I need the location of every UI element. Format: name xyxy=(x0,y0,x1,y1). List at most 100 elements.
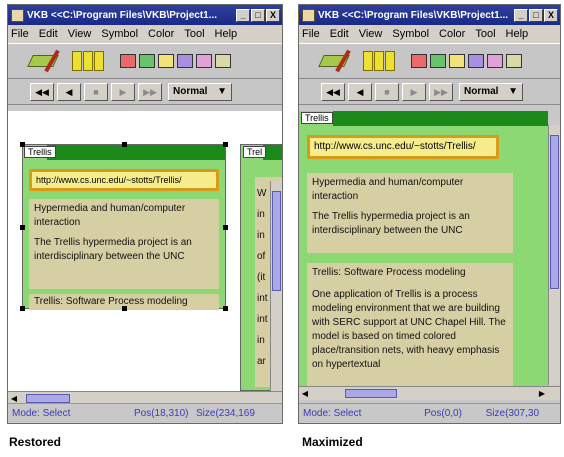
menu-symbol[interactable]: Symbol xyxy=(392,28,429,40)
menu-view[interactable]: View xyxy=(359,28,383,40)
color-swatch-purple[interactable] xyxy=(177,54,193,68)
para-process-body: One application of Trellis is a process … xyxy=(312,289,506,370)
collection-tab[interactable]: Trellis xyxy=(301,112,333,124)
stop-button[interactable]: ■ xyxy=(84,82,108,101)
play-button[interactable]: ▶ xyxy=(402,82,426,101)
minimize-button[interactable]: _ xyxy=(236,8,250,22)
playback-toolbar: ◀◀ ◀ ■ ▶ ▶▶ Normal ▼ xyxy=(8,79,282,105)
window-title: VKB <<C:\Program Files\VKB\Project1... xyxy=(27,9,218,21)
text-symbol[interactable]: Hypermedia and human/computer interactio… xyxy=(307,173,513,253)
menu-view[interactable]: View xyxy=(68,28,92,40)
workspace-canvas[interactable]: Trellis http://www.cs.unc.edu/~stotts/Tr… xyxy=(8,111,282,391)
app-icon xyxy=(11,8,24,22)
collection-tab[interactable]: Trellis xyxy=(24,146,56,158)
scroll-left-icon[interactable]: ◀ xyxy=(300,388,310,399)
menu-help[interactable]: Help xyxy=(506,28,529,40)
collection-tool-icon[interactable] xyxy=(72,51,104,71)
color-swatch-tan[interactable] xyxy=(215,54,231,68)
color-swatch-pink[interactable] xyxy=(196,54,212,68)
trellis-collection[interactable]: Trellis http://www.cs.unc.edu/~stotts/Tr… xyxy=(20,142,228,311)
color-swatch-green[interactable] xyxy=(430,54,446,68)
maximize-button[interactable]: □ xyxy=(529,8,543,22)
resize-handle[interactable] xyxy=(223,142,228,147)
app-icon xyxy=(302,8,315,22)
menu-tool[interactable]: Tool xyxy=(475,28,495,40)
step-back-button[interactable]: ◀ xyxy=(348,82,372,101)
step-back-button[interactable]: ◀ xyxy=(57,82,81,101)
color-swatch-yellow[interactable] xyxy=(158,54,174,68)
color-swatch-green[interactable] xyxy=(139,54,155,68)
resize-handle[interactable] xyxy=(122,142,127,147)
menu-file[interactable]: File xyxy=(302,28,320,40)
scroll-thumb[interactable] xyxy=(26,394,70,403)
fast-forward-button[interactable]: ▶▶ xyxy=(138,82,162,101)
color-swatch-red[interactable] xyxy=(120,54,136,68)
status-size: Size(307,30 xyxy=(485,408,540,419)
resize-handle[interactable] xyxy=(20,142,25,147)
menu-tool[interactable]: Tool xyxy=(184,28,204,40)
menu-edit[interactable]: Edit xyxy=(330,28,349,40)
title-bar[interactable]: VKB <<C:\Program Files\VKB\Project1... _… xyxy=(8,5,282,25)
fast-forward-button[interactable]: ▶▶ xyxy=(429,82,453,101)
status-position: Pos(0,0) xyxy=(424,408,462,419)
color-swatch-purple[interactable] xyxy=(468,54,484,68)
para-trellis-project: The Trellis hypermedia project is an xyxy=(34,237,192,248)
color-swatch-tan[interactable] xyxy=(506,54,522,68)
menu-symbol[interactable]: Symbol xyxy=(101,28,138,40)
menu-help[interactable]: Help xyxy=(215,28,238,40)
scroll-thumb[interactable] xyxy=(550,135,559,289)
maximize-button[interactable]: □ xyxy=(251,8,265,22)
restored-window: VKB <<C:\Program Files\VKB\Project1... _… xyxy=(7,4,283,424)
resize-handle[interactable] xyxy=(122,306,127,311)
collection-tab[interactable]: Trel xyxy=(243,146,267,158)
symbol-tool-icon[interactable] xyxy=(27,49,64,73)
scroll-right-icon[interactable]: ▶ xyxy=(537,388,547,399)
resize-handle[interactable] xyxy=(223,225,228,230)
color-swatch-red[interactable] xyxy=(411,54,427,68)
play-button[interactable]: ▶ xyxy=(111,82,135,101)
speed-select[interactable]: Normal ▼ xyxy=(459,82,523,101)
speed-select[interactable]: Normal ▼ xyxy=(168,82,232,101)
para-hypermedia: Hypermedia and human/computer interactio… xyxy=(312,177,464,202)
status-position: Pos(18,310) xyxy=(134,408,189,419)
para-process-title: Trellis: Software Process modeling xyxy=(312,267,466,278)
tool-toolbar xyxy=(8,43,282,79)
url-symbol[interactable]: http://www.cs.unc.edu/~stotts/Trellis/ xyxy=(29,169,219,191)
color-palette xyxy=(120,54,231,68)
status-bar: Mode: Select Pos(0,0) Size(307,30 xyxy=(299,403,560,423)
tool-toolbar xyxy=(299,43,560,79)
scroll-thumb[interactable] xyxy=(272,191,281,291)
title-bar[interactable]: VKB <<C:\Program Files\VKB\Project1... _… xyxy=(299,5,560,25)
text-symbol-process[interactable]: Trellis: Software Process modeling One a… xyxy=(307,263,513,386)
window-title: VKB <<C:\Program Files\VKB\Project1... xyxy=(318,9,509,21)
resize-handle[interactable] xyxy=(20,306,25,311)
menu-color[interactable]: Color xyxy=(148,28,174,40)
stop-button[interactable]: ■ xyxy=(375,82,399,101)
menu-edit[interactable]: Edit xyxy=(39,28,58,40)
minimize-button[interactable]: _ xyxy=(514,8,528,22)
rewind-button[interactable]: ◀◀ xyxy=(30,82,54,101)
menu-color[interactable]: Color xyxy=(439,28,465,40)
vertical-scrollbar[interactable] xyxy=(548,125,560,385)
url-symbol[interactable]: http://www.cs.unc.edu/~stotts/Trellis/ xyxy=(307,135,499,159)
resize-handle[interactable] xyxy=(223,306,228,311)
resize-handle[interactable] xyxy=(20,225,25,230)
rewind-button[interactable]: ◀◀ xyxy=(321,82,345,101)
chevron-down-icon: ▼ xyxy=(508,86,518,97)
horizontal-scrollbar[interactable]: ◀ ▶ xyxy=(299,386,560,400)
menu-file[interactable]: File xyxy=(11,28,29,40)
text-symbol[interactable]: Hypermedia and human/computer interactio… xyxy=(29,199,219,289)
collection-tool-icon[interactable] xyxy=(363,51,395,71)
color-swatch-yellow[interactable] xyxy=(449,54,465,68)
color-swatch-pink[interactable] xyxy=(487,54,503,68)
color-palette xyxy=(411,54,522,68)
close-button[interactable]: X xyxy=(266,8,280,22)
para-trellis-clip: interdisciplinary between the UNC xyxy=(34,251,185,262)
close-button[interactable]: X xyxy=(544,8,558,22)
status-size: Size(234,169 xyxy=(196,408,255,419)
scroll-thumb[interactable] xyxy=(345,389,397,398)
vertical-scrollbar[interactable] xyxy=(270,181,282,391)
para-trellis-project: The Trellis hypermedia project is an xyxy=(312,211,470,222)
trellis-collection-maximized[interactable]: Trellis http://www.cs.unc.edu/~stotts/Tr… xyxy=(299,111,548,386)
symbol-tool-icon[interactable] xyxy=(318,49,355,73)
